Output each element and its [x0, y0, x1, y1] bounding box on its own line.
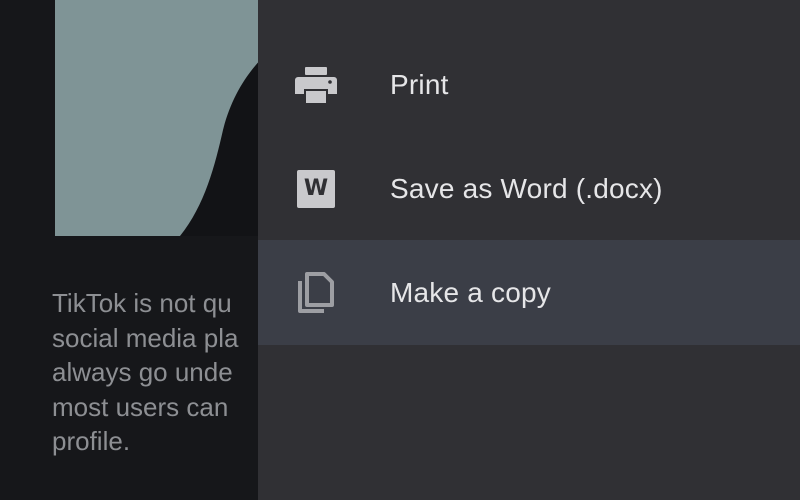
menu-item-label: Make a copy: [390, 276, 551, 308]
menu-item-label: Print: [390, 68, 449, 100]
menu-item-print[interactable]: Print: [258, 32, 800, 137]
copy-icon: [294, 271, 338, 315]
person-silhouette: [180, 38, 285, 236]
menu-item-make-a-copy[interactable]: Make a copy: [258, 240, 800, 345]
options-menu: Print W Save as Word (.docx) Make a copy: [258, 0, 800, 500]
screen: TikTok is not qu social media pla always…: [0, 0, 800, 500]
word-badge: W: [297, 169, 335, 208]
printer-icon: [294, 63, 338, 107]
menu-item-save-as-word[interactable]: W Save as Word (.docx): [258, 136, 800, 241]
word-doc-icon: W: [294, 167, 338, 211]
document-image: [55, 0, 285, 236]
menu-item-label: Save as Word (.docx): [390, 172, 663, 204]
